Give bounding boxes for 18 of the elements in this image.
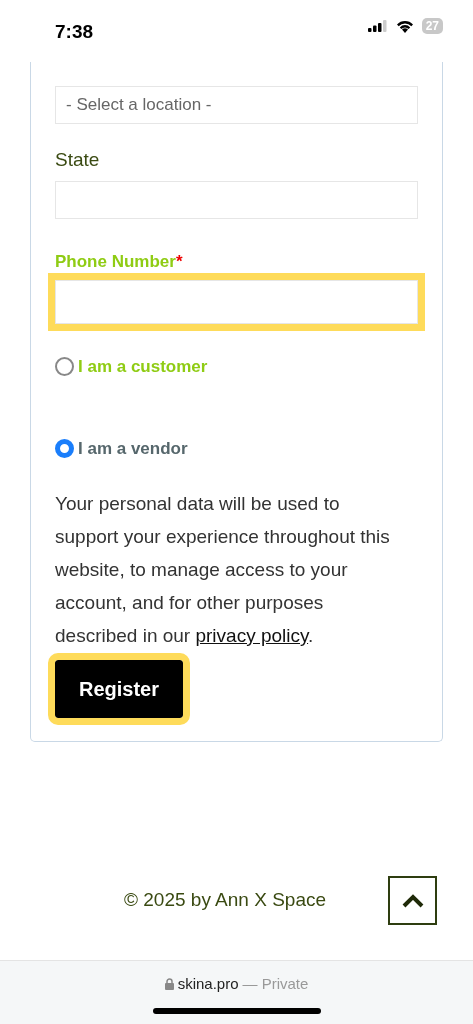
location-select[interactable]: - Select a location - [55, 86, 418, 124]
lock-icon [164, 978, 174, 991]
privacy-policy-link[interactable]: privacy policy [195, 625, 309, 646]
field-label: State [55, 148, 101, 172]
wifi-icon [395, 19, 414, 33]
field-label: Phone Number* [55, 250, 184, 273]
clock-time: 7:38 [55, 20, 94, 44]
text-field[interactable] [55, 180, 418, 219]
radio-label[interactable]: I am a vendor [78, 435, 188, 461]
radio-button[interactable] [55, 438, 74, 458]
signal-icon [367, 20, 388, 32]
scroll-to-top-button[interactable] [388, 876, 437, 925]
chevron-up-icon [401, 893, 424, 908]
privacy-notice: Your personal data will be used to support your experience throughout this website, to manage access to your account, and for other purposes described in our privacy policy. [55, 492, 391, 648]
copyright-text: © 2025 by Ann X Space [124, 888, 328, 913]
url-domain[interactable]: skina.pro [177, 973, 239, 996]
browsing-mode: — Private [242, 974, 309, 994]
radio-button[interactable] [55, 357, 74, 377]
